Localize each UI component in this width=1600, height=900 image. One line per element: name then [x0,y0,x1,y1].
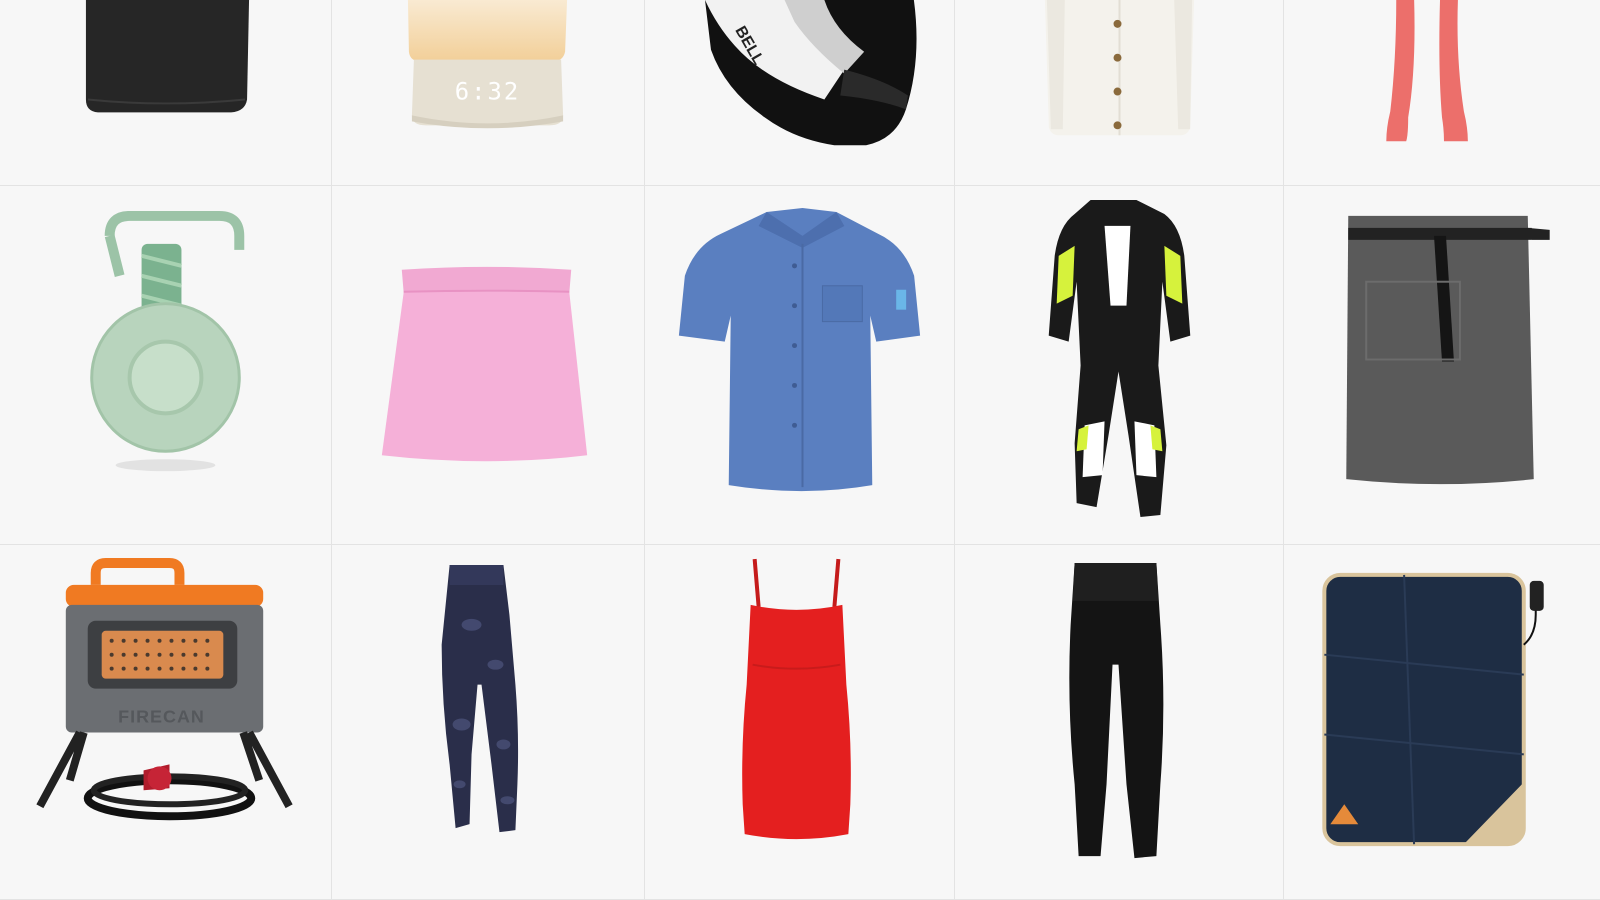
red-slip-dress-icon [742,558,851,840]
racing-leather-suit-icon [1048,200,1191,518]
product-card-blue-shirt[interactable] [645,186,955,545]
white-button-cardigan-icon [1044,0,1195,136]
alarm-clock-time: 6:32 [455,77,520,105]
heated-navy-blanket-icon [1322,572,1544,847]
motorcycle-helmet-icon: BELL [705,0,917,146]
product-card-motorcycle-helmet[interactable]: BELL [645,0,955,186]
product-card-pink-mini-skirt[interactable] [332,186,645,545]
blue-short-sleeve-shirt-icon [678,208,921,492]
navy-tie-dye-leggings-icon [441,565,519,833]
black-crop-top-icon [85,0,250,113]
product-card-black-leggings[interactable] [955,545,1284,900]
grey-bistro-apron-icon [1346,215,1550,485]
product-card-grey-apron[interactable] [1284,186,1600,545]
product-card-red-slip-dress[interactable] [645,545,955,900]
product-card-white-cardigan[interactable] [955,0,1284,186]
black-high-waist-leggings-icon [1069,562,1164,859]
product-card-tracker-keyring[interactable] [0,186,332,545]
product-grid: 6:32 BELL FIRECAN [0,0,1600,900]
product-card-heated-blanket[interactable] [1284,545,1600,900]
pink-mini-skirt-icon [381,266,588,462]
heater-brand: FIRECAN [118,706,205,726]
coral-flared-pants-icon [1386,0,1468,142]
sunrise-alarm-clock-icon: 6:32 [407,0,568,129]
product-card-coral-flared-pants[interactable] [1284,0,1600,186]
product-card-tie-dye-leggings[interactable] [332,545,645,900]
product-card-sunrise-alarm-clock[interactable]: 6:32 [332,0,645,186]
portable-propane-heater-icon: FIRECAN [36,557,293,821]
product-card-propane-heater[interactable]: FIRECAN [0,545,332,900]
green-tracker-keyring-icon [90,210,245,472]
product-card-black-crop-top[interactable] [0,0,332,186]
product-card-racing-suit[interactable] [955,186,1284,545]
